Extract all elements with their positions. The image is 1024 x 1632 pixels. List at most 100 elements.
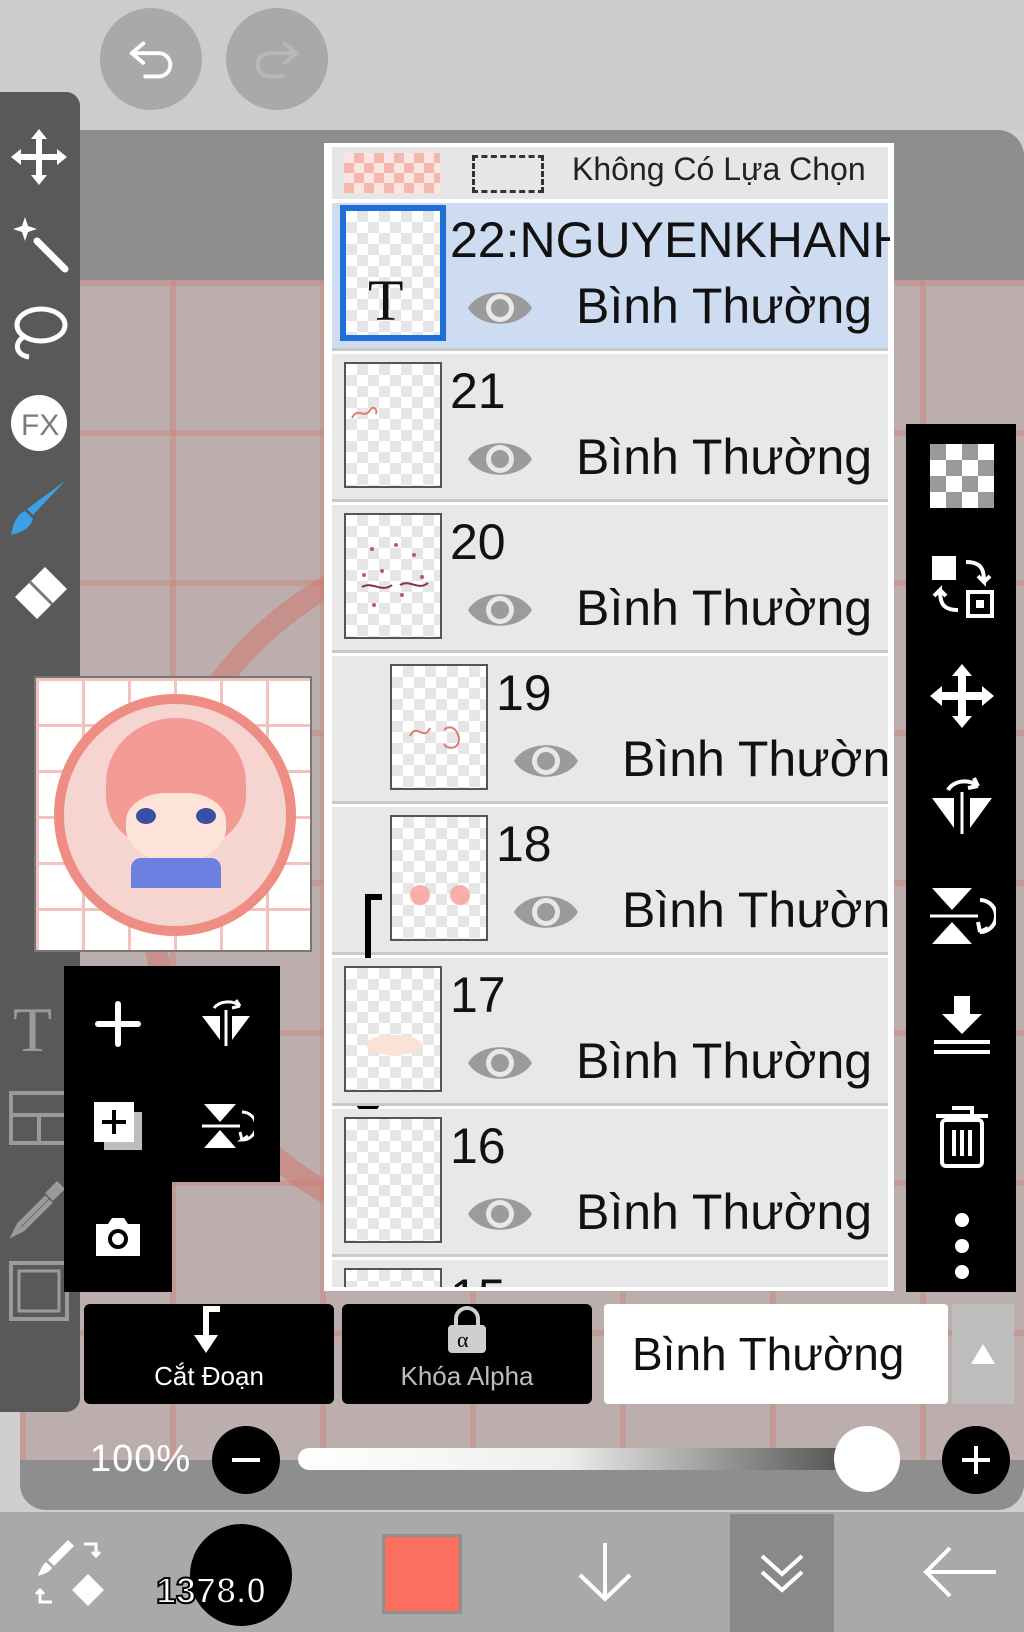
- opacity-increase-button[interactable]: [942, 1426, 1010, 1494]
- layer-name: 19: [496, 665, 552, 721]
- back-button[interactable]: [910, 1512, 1010, 1632]
- blend-mode-select[interactable]: Bình Thường: [604, 1304, 948, 1404]
- layer-thumbnail: [390, 664, 488, 790]
- color-swatch-button[interactable]: [382, 1534, 462, 1614]
- text-layer-icon: T: [368, 268, 404, 333]
- eraser-tool[interactable]: [4, 558, 74, 628]
- visibility-eye-icon[interactable]: [464, 434, 536, 484]
- redo-button[interactable]: [226, 8, 328, 110]
- transparent-layer-icon: [930, 444, 994, 508]
- layer-name: 16: [450, 1118, 506, 1174]
- layer-row-20[interactable]: 20 Bình Thường: [332, 505, 888, 653]
- move-icon: [930, 664, 994, 728]
- swap-layers-button[interactable]: [922, 546, 1002, 626]
- visibility-eye-icon[interactable]: [464, 1038, 536, 1088]
- layer-down-button[interactable]: [560, 1512, 650, 1632]
- opacity-row: 100%: [84, 1422, 1014, 1498]
- brush-eraser-toggle-button[interactable]: [18, 1512, 118, 1632]
- fx-filter-icon: FX: [11, 395, 67, 451]
- layer-blend-mode: Bình Thường: [576, 1184, 873, 1240]
- flip-vertical-mini-button[interactable]: [186, 1086, 266, 1166]
- visibility-eye-icon[interactable]: [464, 283, 536, 333]
- swap-layers-icon: [932, 556, 994, 618]
- lasso-icon: [14, 306, 68, 360]
- thumbnail-character-face: [126, 793, 226, 863]
- layers-panel-button[interactable]: [740, 1512, 824, 1632]
- brush-eraser-swap-icon: [34, 1540, 104, 1606]
- layer-row-18[interactable]: 18 Bình Thường: [332, 807, 890, 955]
- visibility-eye-icon[interactable]: [510, 887, 582, 937]
- layer-thumbnail: [344, 1117, 442, 1243]
- lasso-tool[interactable]: [4, 298, 74, 368]
- layer-row-17[interactable]: 17 Bình Thường: [332, 958, 888, 1106]
- flip-horizontal-icon: [932, 777, 992, 834]
- add-layer-button[interactable]: [78, 984, 158, 1064]
- fx-filter-tool[interactable]: FX: [4, 388, 74, 458]
- delete-layer-button[interactable]: [922, 1096, 1002, 1176]
- layer-name: 15: [450, 1268, 506, 1287]
- brush-tool[interactable]: [4, 472, 74, 542]
- more-options-button[interactable]: [922, 1206, 1002, 1286]
- redo-arrow-icon: [255, 41, 299, 79]
- undo-arrow-icon: [129, 41, 173, 79]
- transform-tool[interactable]: [4, 122, 74, 192]
- eraser-icon: [15, 567, 67, 619]
- visibility-eye-icon[interactable]: [464, 1189, 536, 1239]
- transparent-layer-button[interactable]: [922, 436, 1002, 516]
- text-tool-icon: T: [13, 995, 52, 1059]
- brush-size-value: 1378.0: [155, 1569, 267, 1612]
- opacity-decrease-button[interactable]: [212, 1426, 280, 1494]
- merge-down-icon: [934, 996, 990, 1054]
- minus-icon: [232, 1458, 260, 1462]
- visibility-eye-icon[interactable]: [464, 585, 536, 635]
- magic-wand-tool[interactable]: [4, 208, 74, 278]
- layer-row-16[interactable]: 16 Bình Thường: [332, 1109, 888, 1257]
- layer-blend-mode: Bình Thường: [576, 429, 873, 485]
- transform-tool-icon: [11, 129, 67, 185]
- layer-blend-mode: Bình Thường: [576, 1033, 873, 1089]
- layer-row-19[interactable]: 19 Bình Thường: [332, 656, 890, 804]
- eyedropper-icon: [9, 1181, 65, 1239]
- undo-button[interactable]: [100, 8, 202, 110]
- camera-button[interactable]: [78, 1196, 158, 1276]
- svg-text:T: T: [13, 995, 52, 1059]
- layer-blend-mode: Bình Thường: [622, 882, 894, 938]
- layer-quick-tools-panel: [64, 966, 280, 1292]
- move-layer-button[interactable]: [922, 656, 1002, 736]
- layer-name: 21: [450, 363, 506, 419]
- merge-down-button[interactable]: [922, 986, 1002, 1066]
- layer-thumbnail: [344, 966, 442, 1092]
- alpha-lock-label: Khóa Alpha: [400, 1361, 534, 1391]
- frame-divider-icon: [9, 1091, 69, 1145]
- alpha-lock-button[interactable]: α Khóa Alpha: [342, 1304, 592, 1404]
- clipping-arrow-icon: [194, 1306, 220, 1353]
- layer-row-21[interactable]: 21 Bình Thường: [332, 354, 888, 502]
- opacity-slider[interactable]: [298, 1448, 890, 1470]
- clipping-button[interactable]: Cắt Đoạn: [84, 1304, 334, 1404]
- layer-name: 20: [450, 514, 506, 570]
- add-copy-layer-button[interactable]: [78, 1086, 158, 1166]
- layer-list[interactable]: Không Có Lựa Chọn T 22:NGUYENKHANH Bình …: [324, 143, 894, 1291]
- selection-layer[interactable]: Không Có Lựa Chọn: [332, 147, 888, 199]
- trash-icon: [936, 1106, 988, 1168]
- layer-row-22[interactable]: T 22:NGUYENKHANH Bình Thường: [332, 203, 890, 351]
- layer-blend-mode: Bình Thường: [576, 580, 873, 636]
- magic-wand-icon: [13, 217, 69, 273]
- blend-mode-dropdown-button[interactable]: [952, 1304, 1014, 1404]
- camera-icon: [96, 1218, 140, 1256]
- layer-row-15[interactable]: 15: [332, 1260, 888, 1287]
- navigator-thumbnail[interactable]: [34, 676, 312, 952]
- brush-icon: [11, 481, 65, 535]
- layer-thumbnail: [344, 1268, 442, 1287]
- flip-horizontal-button[interactable]: [922, 766, 1002, 846]
- arrow-down-icon: [578, 1543, 632, 1602]
- visibility-eye-icon[interactable]: [510, 736, 582, 786]
- layer-blend-mode: Bình Thường: [622, 731, 894, 787]
- arrow-left-icon: [923, 1546, 996, 1598]
- flip-vertical-button[interactable]: [922, 876, 1002, 956]
- flip-horizontal-mini-button[interactable]: [186, 984, 266, 1064]
- selection-layer-thumbnail: [344, 153, 440, 193]
- plus-icon: [962, 1446, 990, 1474]
- opacity-slider-knob[interactable]: [834, 1426, 900, 1492]
- opacity-value: 100%: [90, 1438, 192, 1480]
